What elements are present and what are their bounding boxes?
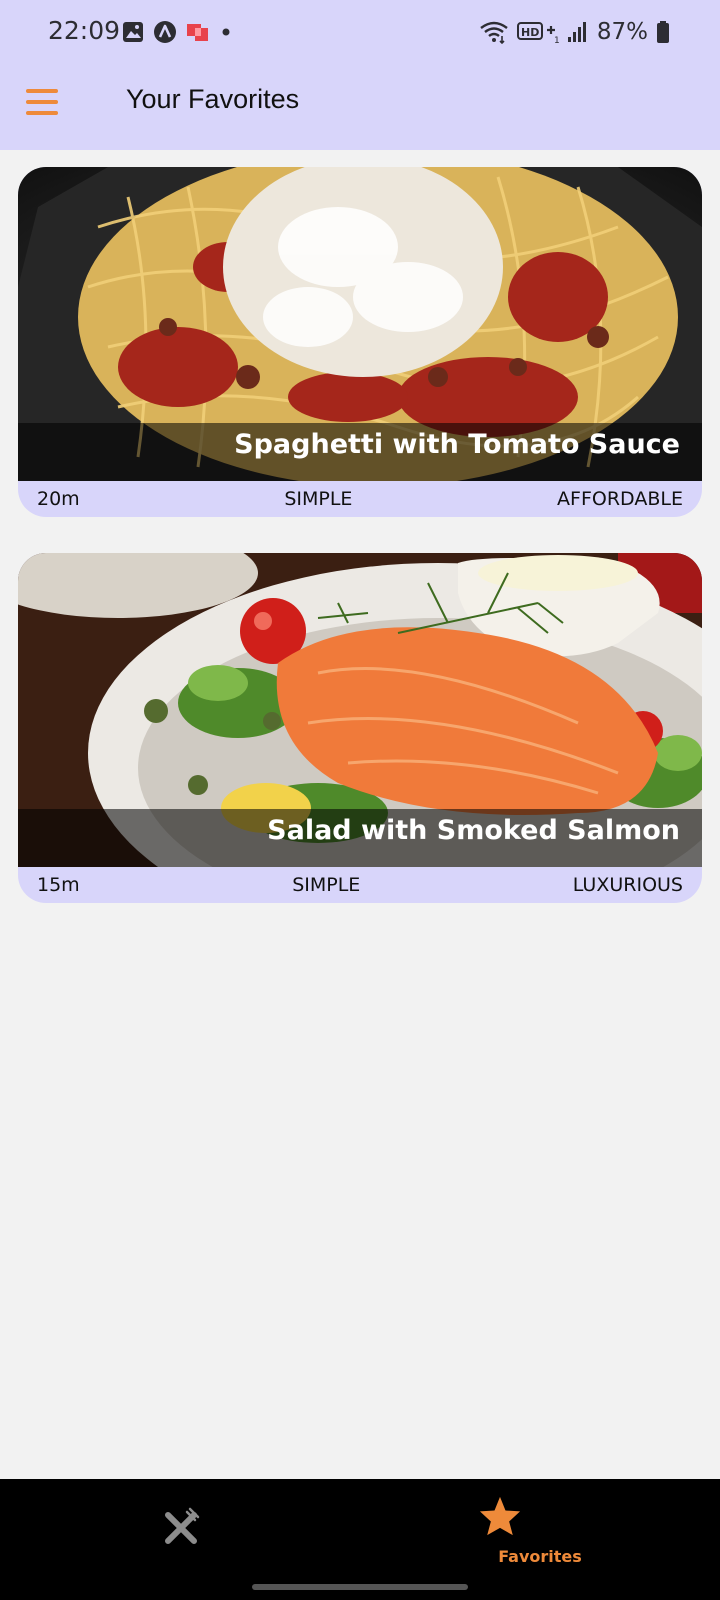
meal-duration: 20m xyxy=(37,488,80,510)
status-bar: 22:09 HD 1 87% xyxy=(0,0,720,64)
meal-card-salmon-salad[interactable]: Salad with Smoked Salmon 15m SIMPLE LUXU… xyxy=(18,553,702,903)
meal-card-spaghetti[interactable]: Spaghetti with Tomato Sauce 20m SIMPLE A… xyxy=(18,167,702,517)
app-a-icon xyxy=(154,21,176,43)
star-icon xyxy=(479,1496,521,1536)
nav-item-favorites[interactable]: Favorites xyxy=(360,1479,720,1579)
nav-label-favorites: Favorites xyxy=(498,1547,582,1566)
status-icons-left xyxy=(122,20,233,44)
page-title: Your Favorites xyxy=(126,84,300,114)
meal-complexity: SIMPLE xyxy=(292,874,361,896)
dot-icon xyxy=(222,28,230,36)
meal-affordability: LUXURIOUS xyxy=(572,874,683,896)
home-indicator[interactable] xyxy=(252,1584,468,1590)
status-time: 22:09 xyxy=(48,16,121,45)
meal-duration: 15m xyxy=(37,874,80,896)
nav-item-categories[interactable] xyxy=(0,1479,360,1579)
top-bar: 22:09 HD 1 87% Your Favorites xyxy=(0,0,720,150)
meal-meta: 20m SIMPLE AFFORDABLE xyxy=(18,481,702,517)
meal-title: Spaghetti with Tomato Sauce xyxy=(234,429,680,460)
battery-icon xyxy=(657,21,669,43)
signal-icon xyxy=(567,22,586,42)
notification-icon xyxy=(187,24,208,41)
hd-voice-icon: HD 1 xyxy=(516,22,559,44)
svg-text:HD: HD xyxy=(521,26,539,39)
gallery-icon xyxy=(123,22,143,42)
status-icons-right: HD 1 87% xyxy=(479,16,670,48)
app-bar: Your Favorites xyxy=(0,64,720,150)
svg-text:1: 1 xyxy=(554,36,559,44)
meal-meta: 15m SIMPLE LUXURIOUS xyxy=(18,867,702,903)
cutlery-icon xyxy=(165,1507,200,1544)
meal-affordability: AFFORDABLE xyxy=(557,488,683,510)
battery-percent: 87% xyxy=(596,19,648,45)
meal-complexity: SIMPLE xyxy=(284,488,353,510)
wifi-icon xyxy=(480,21,508,44)
bottom-nav: Favorites xyxy=(0,1479,720,1600)
meal-title: Salad with Smoked Salmon xyxy=(267,815,680,846)
menu-icon[interactable] xyxy=(22,82,62,122)
